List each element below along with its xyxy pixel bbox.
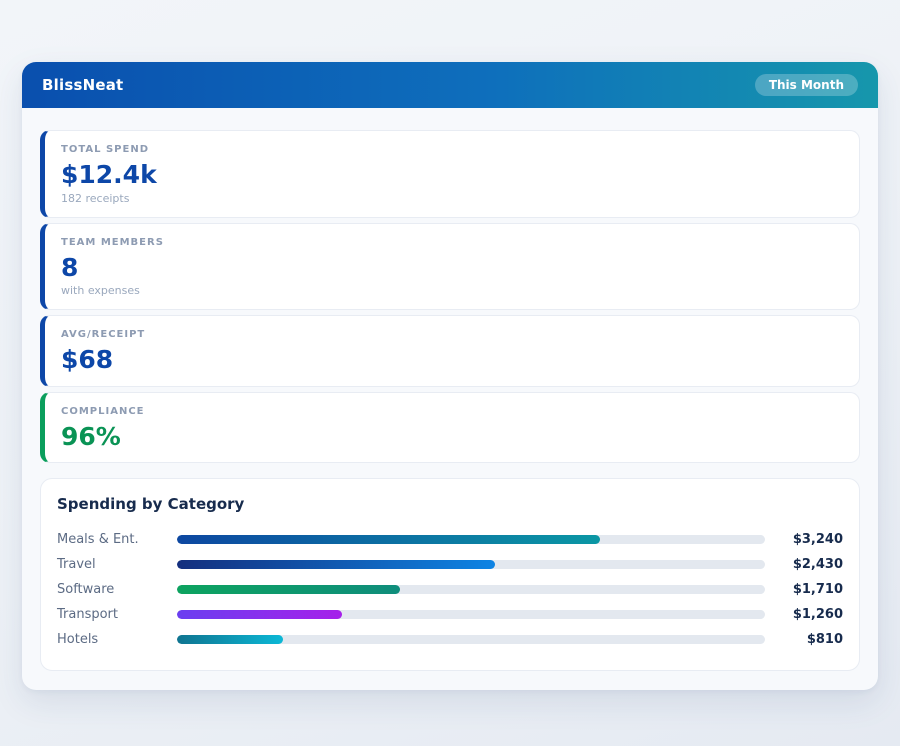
category-amount: $810 <box>765 632 843 647</box>
category-bar-track <box>177 560 765 569</box>
stat-label: COMPLIANCE <box>61 406 843 417</box>
stat-label: TEAM MEMBERS <box>61 237 843 248</box>
category-bar-fill <box>177 635 283 644</box>
period-badge[interactable]: This Month <box>755 74 858 96</box>
dashboard-panel: BlissNeat This Month TOTAL SPEND $12.4k … <box>22 62 878 690</box>
category-row-travel: Travel $2,430 <box>57 552 843 577</box>
category-bar-track <box>177 535 765 544</box>
category-label: Travel <box>57 557 177 572</box>
category-amount: $2,430 <box>765 557 843 572</box>
stat-card-total-spend: TOTAL SPEND $12.4k 182 receipts <box>40 130 860 218</box>
stat-value: 96% <box>61 423 843 451</box>
category-bar-fill <box>177 610 342 619</box>
category-row-meals: Meals & Ent. $3,240 <box>57 527 843 552</box>
category-bar-fill <box>177 535 600 544</box>
panel-content: TOTAL SPEND $12.4k 182 receipts TEAM MEM… <box>22 108 878 690</box>
spending-by-category-card: Spending by Category Meals & Ent. $3,240… <box>40 478 860 671</box>
category-bar-fill <box>177 585 400 594</box>
category-label: Transport <box>57 607 177 622</box>
category-label: Meals & Ent. <box>57 532 177 547</box>
category-label: Hotels <box>57 632 177 647</box>
category-amount: $1,260 <box>765 607 843 622</box>
stat-card-compliance: COMPLIANCE 96% <box>40 392 860 464</box>
stat-subtext: 182 receipts <box>61 192 843 205</box>
category-amount: $3,240 <box>765 532 843 547</box>
category-label: Software <box>57 582 177 597</box>
category-bar-track <box>177 610 765 619</box>
spending-card-title: Spending by Category <box>57 495 843 513</box>
category-row-transport: Transport $1,260 <box>57 602 843 627</box>
stat-value: $12.4k <box>61 161 843 189</box>
stat-label: AVG/RECEIPT <box>61 329 843 340</box>
stat-card-avg-receipt: AVG/RECEIPT $68 <box>40 315 860 387</box>
stat-label: TOTAL SPEND <box>61 144 843 155</box>
category-bar-track <box>177 635 765 644</box>
stat-value: $68 <box>61 346 843 374</box>
app-header: BlissNeat This Month <box>22 62 878 108</box>
stat-value: 8 <box>61 254 843 282</box>
category-row-hotels: Hotels $810 <box>57 627 843 652</box>
category-amount: $1,710 <box>765 582 843 597</box>
category-bar-fill <box>177 560 495 569</box>
category-bar-track <box>177 585 765 594</box>
category-row-software: Software $1,710 <box>57 577 843 602</box>
app-title: BlissNeat <box>42 76 123 94</box>
stat-subtext: with expenses <box>61 284 843 297</box>
stat-card-team-members: TEAM MEMBERS 8 with expenses <box>40 223 860 311</box>
